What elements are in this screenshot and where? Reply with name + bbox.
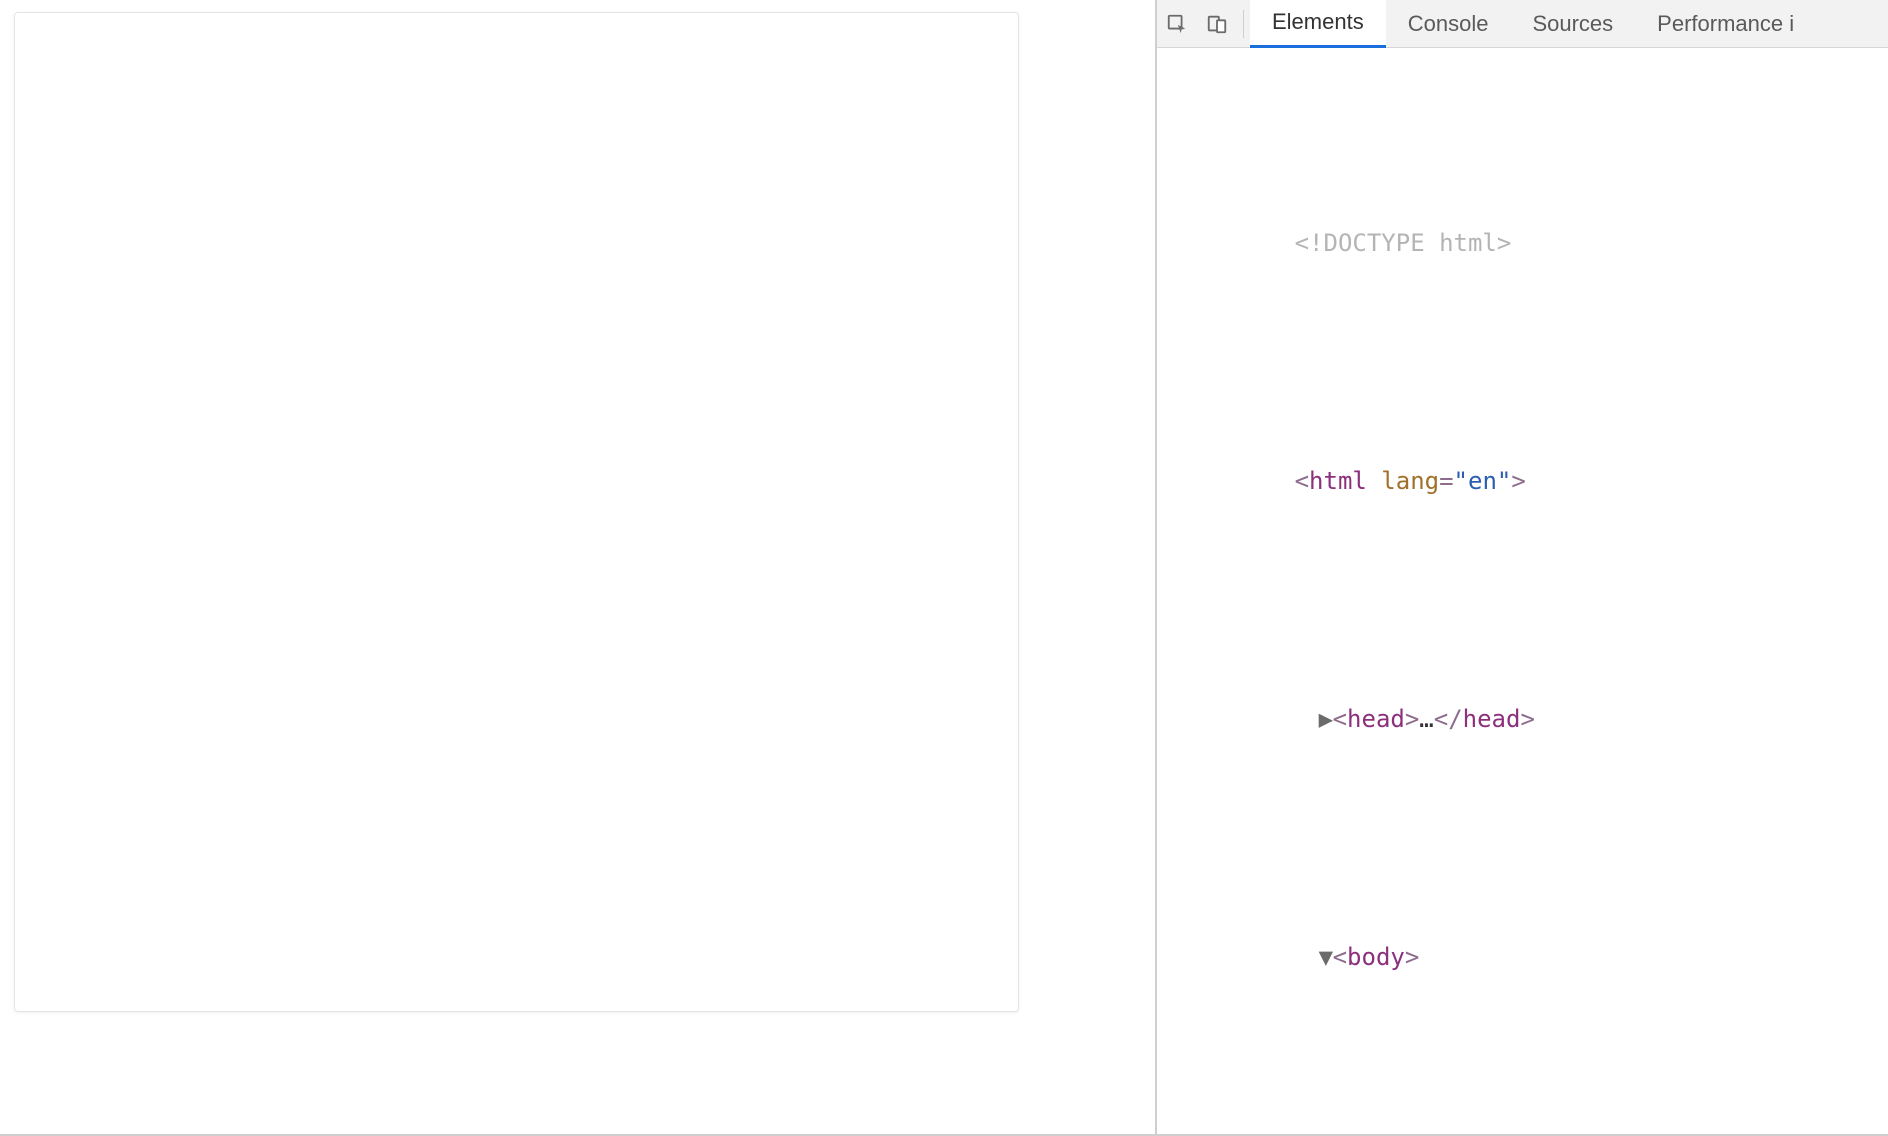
- inspect-element-icon[interactable]: [1157, 0, 1197, 48]
- tab-elements[interactable]: Elements: [1250, 0, 1386, 48]
- body-tag-open: body: [1347, 943, 1405, 971]
- device-toolbar-icon[interactable]: [1197, 0, 1237, 48]
- doctype-text: <!DOCTYPE html>: [1295, 229, 1512, 257]
- dom-line-head[interactable]: ▶<head>…</head>: [1157, 668, 1888, 770]
- dom-line-doctype[interactable]: <!DOCTYPE html>: [1157, 192, 1888, 294]
- html-lang-value: "en": [1454, 467, 1512, 495]
- toolbar-separator: [1243, 10, 1244, 38]
- dom-line-html-open[interactable]: <html lang="en">: [1157, 430, 1888, 532]
- dom-tree[interactable]: <!DOCTYPE html> <html lang="en"> ▶<head>…: [1157, 48, 1888, 1136]
- head-ellipsis: …: [1419, 705, 1433, 733]
- html-tag: html: [1309, 467, 1367, 495]
- dom-line-body-open[interactable]: ▼<body>: [1157, 906, 1888, 1008]
- tab-sources[interactable]: Sources: [1510, 0, 1635, 48]
- expand-arrow-icon[interactable]: ▶: [1319, 702, 1333, 736]
- collapse-arrow-icon[interactable]: ▼: [1319, 940, 1333, 974]
- canvas-element-preview[interactable]: [14, 12, 1019, 1012]
- tab-console[interactable]: Console: [1386, 0, 1511, 48]
- html-lang-attr: lang: [1381, 467, 1439, 495]
- devtools-toolbar: Elements Console Sources Performance i: [1157, 0, 1888, 48]
- head-tag-close: head: [1463, 705, 1521, 733]
- head-tag-open: head: [1347, 705, 1405, 733]
- tab-performance[interactable]: Performance i: [1635, 0, 1816, 48]
- devtools-panel: Elements Console Sources Performance i <…: [1155, 0, 1888, 1136]
- rendered-page-area: [0, 0, 1155, 1136]
